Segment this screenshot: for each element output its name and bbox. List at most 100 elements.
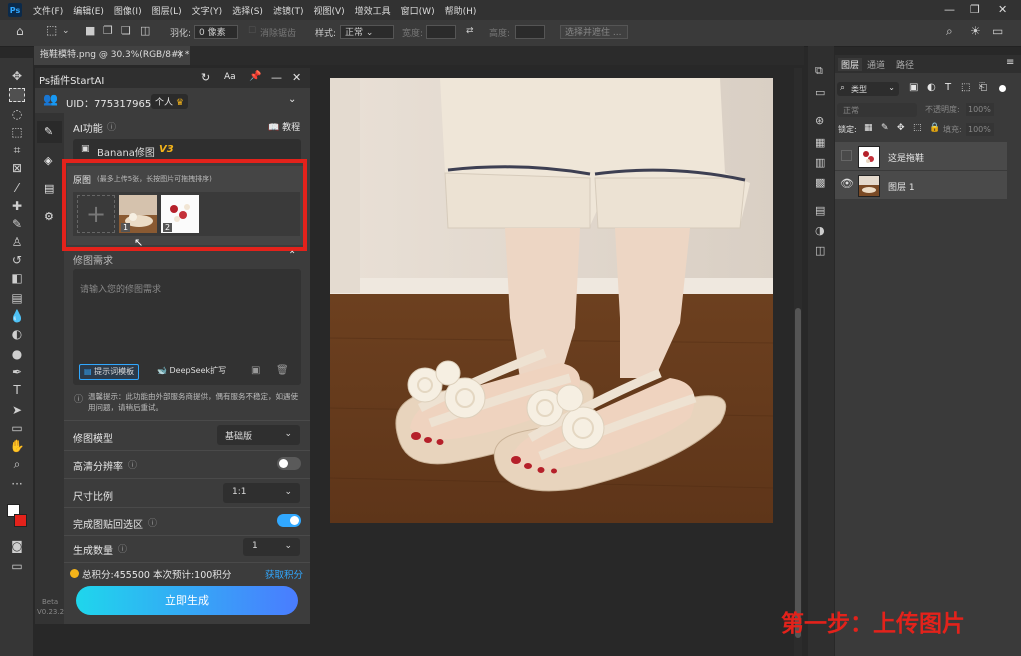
rectangular-marquee-tool-icon[interactable]	[9, 88, 25, 102]
blur-tool-icon[interactable]: 💧	[9, 308, 25, 324]
more-tools-icon[interactable]: ···	[9, 476, 25, 492]
paste-back-info-icon[interactable]: ⓘ	[148, 516, 157, 529]
lock-transparent-icon[interactable]: ▦	[864, 123, 873, 133]
subtract-selection-icon[interactable]: ❏	[121, 24, 131, 37]
count-info-icon[interactable]: ⓘ	[118, 542, 127, 555]
dodge-tool-icon[interactable]: ◐	[9, 326, 25, 342]
menu-window[interactable]: 窗口(W)	[396, 4, 440, 17]
marquee-tool-icon[interactable]: ⬚	[46, 23, 57, 37]
settings-gear-icon[interactable]: ⚙	[44, 210, 54, 223]
lasso-tool-icon[interactable]: ◌	[9, 106, 25, 122]
ratio-select[interactable]: 1:1 ⌄	[223, 483, 300, 503]
blend-mode-select[interactable]: 正常	[837, 103, 917, 117]
select-and-mask-button[interactable]: 选择并遮住 ...	[560, 25, 628, 39]
source-thumbnail-1[interactable]: 1	[119, 195, 157, 233]
canvas-scrollbar-thumb[interactable]	[795, 308, 801, 638]
lock-pixels-icon[interactable]: ✎	[881, 123, 889, 133]
patterns-panel-icon[interactable]: ▩	[815, 176, 825, 189]
add-image-button[interactable]: +	[77, 195, 115, 233]
libraries-panel-icon[interactable]: ▤	[815, 204, 825, 217]
layer-visibility-toggle[interactable]	[841, 150, 852, 161]
prompt-template-button[interactable]: ▤ 提示词模板	[79, 364, 140, 380]
background-color-swatch[interactable]	[14, 514, 27, 527]
layer-row[interactable]: 👁 图层 1	[835, 171, 1007, 199]
delete-icon[interactable]: 🗑	[276, 365, 289, 376]
dodge-tool-icon-2[interactable]: ●	[9, 346, 25, 362]
zoom-tool-icon[interactable]: ⌕	[9, 456, 25, 472]
menu-image[interactable]: 图像(I)	[109, 4, 147, 17]
hires-info-icon[interactable]: ⓘ	[128, 458, 137, 471]
move-tool-icon[interactable]: ✥	[9, 68, 25, 84]
eyedropper-tool-icon[interactable]: ⁄	[9, 180, 25, 196]
quick-mask-icon[interactable]: ◙	[9, 538, 25, 554]
repair-model-select[interactable]: 基础版 ⌄	[217, 425, 300, 445]
menu-help[interactable]: 帮助(H)	[440, 4, 482, 17]
lightbulb-icon[interactable]: ☀	[970, 24, 981, 38]
get-points-link[interactable]: 获取积分	[265, 567, 303, 581]
object-selection-tool-icon[interactable]: ⬚	[9, 124, 25, 140]
pin-icon[interactable]: 📌	[249, 71, 261, 82]
menu-plugins[interactable]: 增效工具	[350, 4, 396, 17]
tutorial-link[interactable]: 📖 教程	[268, 120, 300, 133]
lock-position-icon[interactable]: ✥	[897, 123, 905, 133]
menu-edit[interactable]: 编辑(E)	[68, 4, 109, 17]
style-select[interactable]: 正常 ⌄	[340, 25, 394, 39]
tab-layers[interactable]: 图层	[838, 58, 863, 71]
filter-toggle-icon[interactable]	[999, 85, 1006, 92]
canvas-scrollbar[interactable]	[794, 68, 802, 656]
canvas-image[interactable]	[330, 78, 773, 523]
history-icon[interactable]: ▣	[251, 365, 260, 376]
filter-adjustment-icon[interactable]: ◐	[927, 82, 936, 93]
clone-stamp-tool-icon[interactable]: ♙	[9, 234, 25, 250]
filter-shape-icon[interactable]: ⬚	[961, 82, 970, 93]
adjustments-panel-icon[interactable]: ◑	[815, 224, 825, 237]
path-selection-tool-icon[interactable]: ➤	[9, 402, 25, 418]
lock-artboard-icon[interactable]: ⬚	[913, 123, 922, 133]
home-icon[interactable]: ⌂	[16, 24, 24, 38]
document-icon[interactable]: ▤	[44, 182, 54, 195]
deepseek-expand-button[interactable]: 🐋 DeepSeek扩写	[153, 364, 230, 378]
layer-filter-select[interactable]: ⌕ 类型 ⌄	[837, 82, 899, 96]
generate-button[interactable]: 立即生成	[76, 586, 298, 615]
hires-toggle[interactable]	[277, 457, 301, 470]
layer-row[interactable]: 这是拖鞋	[835, 142, 1007, 170]
add-selection-icon[interactable]: ❐	[103, 24, 113, 37]
collapse-chevron-icon[interactable]: ⌃	[288, 250, 296, 261]
menu-select[interactable]: 选择(S)	[227, 4, 268, 17]
properties-panel-icon[interactable]: ◫	[815, 244, 825, 257]
crop-tool-icon[interactable]: ⌗	[9, 142, 25, 158]
healing-brush-tool-icon[interactable]: ✚	[9, 198, 25, 214]
history-panel-icon[interactable]: ⧉	[815, 64, 823, 78]
tab-paths[interactable]: 路径	[896, 58, 914, 71]
hand-tool-icon[interactable]: ✋	[9, 438, 25, 454]
minimize-panel-icon[interactable]: —	[271, 71, 282, 84]
opacity-input[interactable]: 100%	[966, 103, 994, 116]
font-size-button[interactable]: Aa	[224, 72, 236, 82]
menu-layer[interactable]: 图层(L)	[147, 4, 187, 17]
feather-input[interactable]: 0 像素	[194, 25, 238, 39]
menu-view[interactable]: 视图(V)	[308, 4, 349, 17]
ai-function-select[interactable]: ▣ Banana修图 V3	[73, 139, 301, 161]
gradient-tool-icon[interactable]: ▤	[9, 290, 25, 306]
gradients-panel-icon[interactable]: ▥	[815, 156, 825, 169]
menu-type[interactable]: 文字(Y)	[187, 4, 228, 17]
pen-tool-icon[interactable]: ✒	[9, 364, 25, 380]
close-tab-icon[interactable]: ✕	[176, 46, 184, 65]
height-input[interactable]	[515, 25, 545, 39]
pencil-icon[interactable]: ✎	[44, 125, 53, 138]
frame-tool-icon[interactable]: ⊠	[9, 160, 25, 176]
filter-smart-icon[interactable]: ⎗	[979, 82, 987, 93]
search-icon[interactable]: ⌕	[946, 24, 953, 39]
close-window-icon[interactable]: ✕	[998, 3, 1007, 16]
antialias-checkbox[interactable]: ☐	[248, 26, 256, 36]
styles-panel-icon[interactable]: ⊛	[815, 114, 824, 127]
workspace-icon[interactable]: ▭	[992, 24, 1003, 38]
swatches-panel-icon[interactable]: ▦	[815, 136, 825, 149]
filter-pixel-icon[interactable]: ▣	[909, 82, 918, 93]
document-tab[interactable]: 拖鞋模特.png @ 30.3%(RGB/8#) * ✕	[34, 46, 190, 65]
eye-icon[interactable]: 👁	[840, 177, 854, 190]
minimize-icon[interactable]: —	[944, 3, 955, 16]
info-icon[interactable]: ⓘ	[107, 120, 116, 133]
source-thumbnail-2[interactable]: 2	[161, 195, 199, 233]
layers-icon[interactable]: ◈	[44, 154, 52, 167]
